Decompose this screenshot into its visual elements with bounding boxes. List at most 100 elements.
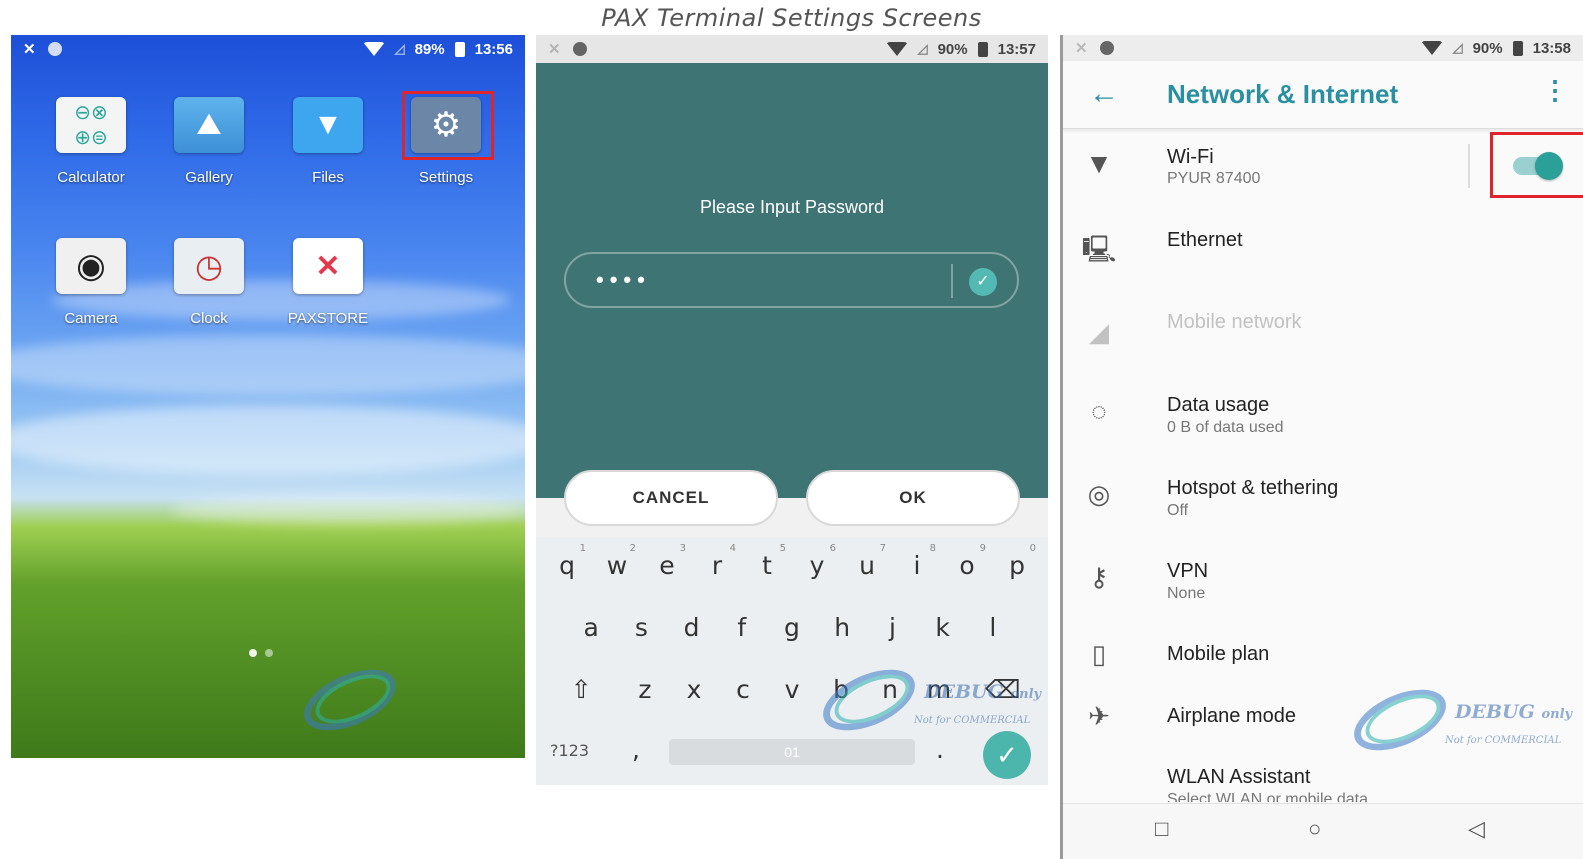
app-paxstore[interactable]: ✕ PAXSTORE <box>273 238 383 327</box>
key-v[interactable]: v <box>767 675 816 704</box>
key-h[interactable]: h <box>817 613 867 642</box>
settings-highlight-box <box>402 91 494 160</box>
setting-data-usage[interactable]: ◌ Data usage 0 B of data used <box>1063 380 1583 460</box>
period-key[interactable]: . <box>936 735 944 764</box>
app-clock[interactable]: ◷ Clock <box>154 238 264 327</box>
ok-button[interactable]: OK <box>806 470 1020 526</box>
app-gallery[interactable]: ⛰ Gallery <box>154 97 264 186</box>
key-y[interactable]: y6 <box>792 543 842 580</box>
setting-title: Wi-Fi <box>1167 146 1214 168</box>
recents-square-icon[interactable]: □ <box>1155 816 1168 842</box>
keyboard-row-3: ⇧ z x c v b n m ⌫ <box>536 675 1048 704</box>
app-files[interactable]: ▼ Files <box>273 97 383 186</box>
space-bar[interactable]: 01 <box>669 739 915 765</box>
battery-percent: 90% <box>1472 39 1503 57</box>
no-signal-icon: ◿ <box>917 41 928 56</box>
battery-icon <box>1512 40 1523 56</box>
check-icon[interactable]: ✓ <box>969 268 997 296</box>
battery-icon <box>977 41 988 57</box>
navigation-bar: □ ○ ◁ <box>1063 803 1583 859</box>
key-i[interactable]: i8 <box>892 543 942 580</box>
setting-ethernet[interactable]: 🖳 Ethernet <box>1063 215 1583 295</box>
home-circle-icon[interactable]: ○ <box>1308 816 1321 842</box>
phone-icon: ▯ <box>1091 639 1107 669</box>
key-d[interactable]: d <box>666 613 716 642</box>
key-z[interactable]: z <box>620 675 669 704</box>
overflow-menu-icon[interactable]: ⋮ <box>1542 75 1568 106</box>
notification-icon: ✕ <box>1075 40 1088 57</box>
cancel-button[interactable]: CANCEL <box>564 470 778 526</box>
backspace-key[interactable]: ⌫ <box>964 675 1042 704</box>
key-s[interactable]: s <box>616 613 666 642</box>
key-t[interactable]: t5 <box>742 543 792 580</box>
setting-title: VPN <box>1167 560 1209 582</box>
key-q[interactable]: q1 <box>542 543 592 580</box>
app-label: PAXSTORE <box>287 310 369 327</box>
home-screen: ✕ ◿ 89% 13:56 ⊖⊗ ⊕⊜ Calculator ⛰ Gallery … <box>11 35 525 758</box>
hotspot-icon: ◎ <box>1087 479 1111 509</box>
setting-hotspot[interactable]: ◎ Hotspot & tethering Off <box>1063 463 1583 543</box>
setting-subtitle: 0 B of data used <box>1167 419 1284 436</box>
key-x[interactable]: x <box>669 675 718 704</box>
keyboard-row-2: a s d f g h j k l <box>536 613 1048 642</box>
keyboard-row-1: q1 w2 e3 r4 t5 y6 u7 i8 o9 p0 <box>536 543 1048 580</box>
status-bar: ✕ ◿ 89% 13:56 <box>11 35 525 63</box>
key-n[interactable]: n <box>866 675 915 704</box>
clock-time: 13:58 <box>1532 39 1571 57</box>
figure-caption: PAX Terminal Settings Screens <box>601 4 982 32</box>
password-input[interactable]: •••• ✓ <box>564 252 1019 308</box>
sync-icon <box>47 42 62 56</box>
key-o[interactable]: o9 <box>942 543 992 580</box>
key-u[interactable]: u7 <box>842 543 892 580</box>
key-g[interactable]: g <box>767 613 817 642</box>
key-l[interactable]: l <box>968 613 1018 642</box>
status-bar: ✕ ◿ 90% 13:58 <box>1063 35 1583 61</box>
shift-key[interactable]: ⇧ <box>542 675 620 704</box>
key-w[interactable]: w2 <box>592 543 642 580</box>
battery-icon <box>454 41 465 57</box>
airplane-icon: ✈ <box>1088 701 1110 731</box>
home-page-indicator <box>249 649 273 657</box>
setting-mobile-network: ◢ Mobile network <box>1063 297 1583 377</box>
clock-time: 13:56 <box>474 40 513 58</box>
setting-vpn[interactable]: ⚷ VPN None <box>1063 546 1583 626</box>
app-camera[interactable]: ◉ Camera <box>36 238 146 327</box>
app-label: Calculator <box>57 169 125 186</box>
paxstore-icon: ✕ <box>293 238 363 294</box>
sync-icon <box>1099 41 1114 55</box>
key-j[interactable]: j <box>867 613 917 642</box>
key-p[interactable]: p0 <box>992 543 1042 580</box>
key-b[interactable]: b <box>817 675 866 704</box>
battery-percent: 90% <box>937 40 968 58</box>
wifi-status-icon <box>362 42 385 56</box>
symbols-key[interactable]: ?123 <box>550 741 589 760</box>
setting-subtitle: PYUR 87400 <box>1167 170 1261 187</box>
app-calculator[interactable]: ⊖⊗ ⊕⊜ Calculator <box>36 97 146 186</box>
page: PAX Terminal Settings Screens ✕ ◿ 89% 13… <box>0 0 1583 859</box>
setting-wlan-assistant[interactable]: WLAN Assistant Select WLAN or mobile dat… <box>1063 752 1583 802</box>
key-c[interactable]: c <box>718 675 767 704</box>
enter-check-icon[interactable]: ✓ <box>983 731 1031 779</box>
back-triangle-icon[interactable]: ◁ <box>1468 816 1485 842</box>
app-label: Camera <box>64 310 118 327</box>
wifi-status-icon <box>1420 41 1443 55</box>
setting-title: Hotspot & tethering <box>1167 477 1339 499</box>
key-k[interactable]: k <box>918 613 968 642</box>
vpn-key-icon: ⚷ <box>1089 562 1109 592</box>
key-f[interactable]: f <box>717 613 767 642</box>
key-m[interactable]: m <box>915 675 964 704</box>
field-divider <box>951 264 953 298</box>
key-r[interactable]: r4 <box>692 543 742 580</box>
notification-icon: ✕ <box>23 41 36 58</box>
page-title: Network & Internet <box>1167 79 1399 109</box>
password-screen: ✕ ◿ 90% 13:57 Please Input Password ••••… <box>536 35 1048 785</box>
wifi-status-icon <box>885 42 908 56</box>
password-mask: •••• <box>596 267 651 292</box>
comma-key[interactable]: , <box>632 735 640 764</box>
key-a[interactable]: a <box>566 613 616 642</box>
key-e[interactable]: e3 <box>642 543 692 580</box>
app-bar: ← Network & Internet ⋮ <box>1063 61 1583 129</box>
back-arrow-icon[interactable]: ← <box>1089 77 1119 111</box>
wallpaper-cloud <box>171 495 525 525</box>
camera-icon: ◉ <box>56 238 126 294</box>
